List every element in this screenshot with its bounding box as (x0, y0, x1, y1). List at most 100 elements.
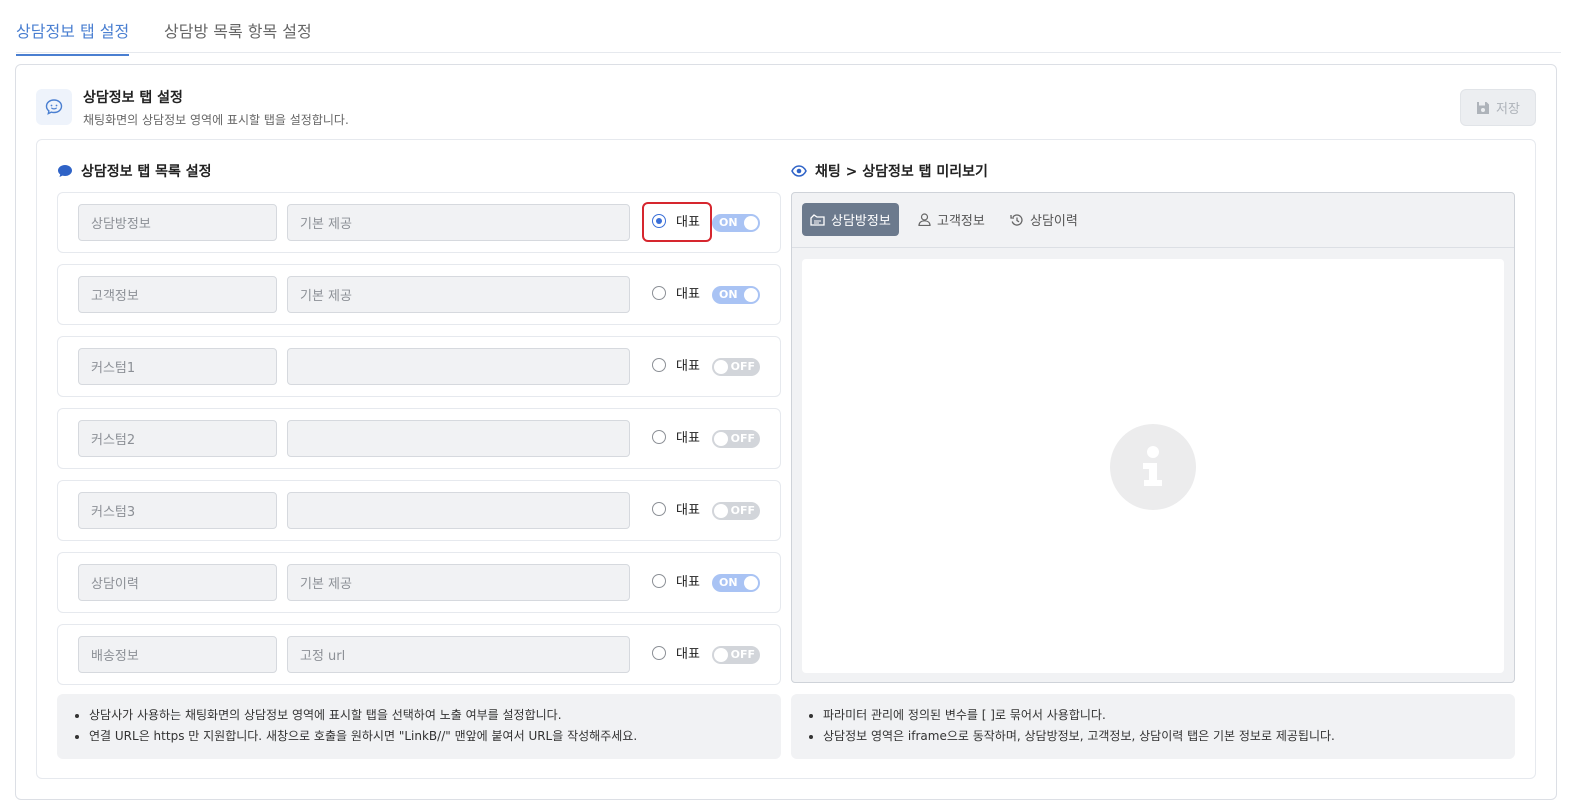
card-header: 상담정보 탭 설정 채팅화면의 상담정보 영역에 표시할 탭을 설정합니다. 저… (36, 85, 1536, 139)
speech-bubble-icon (58, 165, 72, 177)
visibility-toggle[interactable]: OFF (712, 646, 760, 664)
visibility-toggle[interactable]: ON (712, 214, 760, 232)
tab-room-list-settings[interactable]: 상담방 목록 항목 설정 (164, 18, 312, 54)
toggle-knob (744, 576, 758, 590)
tab-url-field[interactable]: 고정 url (287, 636, 630, 673)
preview-tab-room-info[interactable]: 상담방정보 (802, 203, 899, 236)
rep-radio[interactable]: 대표 (652, 643, 700, 662)
tab-name-field[interactable]: 배송정보 (78, 636, 277, 673)
top-tab-bar: 상담정보 탭 설정 상담방 목록 항목 설정 (16, 0, 1561, 56)
rep-label: 대표 (676, 359, 700, 374)
rep-radio[interactable]: 대표 (652, 355, 700, 374)
visibility-toggle[interactable]: ON (712, 574, 760, 592)
toggle-label: ON (719, 288, 738, 301)
toggle-label: ON (719, 576, 738, 589)
info-icon (1110, 424, 1196, 510)
tab-row: 상담이력 기본 제공 대표 ON (57, 552, 781, 613)
tab-row: 커스텀3 대표 OFF (57, 480, 781, 541)
save-button-label: 저장 (1496, 102, 1520, 117)
toggle-knob (714, 648, 728, 662)
preview-title: 채팅 > 상담정보 탭 미리보기 (791, 161, 988, 181)
radio-button[interactable] (652, 501, 666, 516)
tab-url-field[interactable]: 기본 제공 (287, 204, 630, 241)
toggle-knob (714, 504, 728, 518)
tab-settings-notes: 상담사가 사용하는 채팅화면의 상담정보 영역에 표시할 탭을 선택하여 노출 … (57, 694, 781, 759)
toggle-knob (714, 360, 728, 374)
toggle-knob (714, 432, 728, 446)
tab-rows: 상담방정보 기본 제공 대표 ON 고객정보 기본 제공 대표 ON 커스텀1 … (57, 192, 781, 696)
tab-list-settings-title-text: 상담정보 탭 목록 설정 (81, 164, 212, 180)
tab-row: 고객정보 기본 제공 대표 ON (57, 264, 781, 325)
toggle-knob (744, 288, 758, 302)
tab-row: 배송정보 고정 url 대표 OFF (57, 624, 781, 685)
chat-room-icon (810, 214, 825, 226)
rep-label: 대표 (676, 575, 700, 590)
preview-panel: 상담방정보 고객정보 상담이력 (791, 192, 1515, 683)
tab-row: 커스텀1 대표 OFF (57, 336, 781, 397)
preview-tab-label: 상담이력 (1030, 214, 1078, 229)
note-item: 상담정보 영역은 iframe으로 동작하며, 상담방정보, 고객정보, 상담이… (823, 727, 1495, 744)
toggle-label: OFF (730, 360, 755, 373)
settings-body: 상담정보 탭 목록 설정 상담방정보 기본 제공 대표 ON 고객정보 기본 제… (36, 139, 1536, 779)
rep-label: 대표 (676, 431, 700, 446)
tab-name-field[interactable]: 커스텀3 (78, 492, 277, 529)
tab-name-field[interactable]: 고객정보 (78, 276, 277, 313)
eye-icon (791, 165, 807, 177)
toggle-knob (744, 216, 758, 230)
tab-name-field[interactable]: 커스텀1 (78, 348, 277, 385)
tab-name-field[interactable]: 커스텀2 (78, 420, 277, 457)
preview-tab-customer-info[interactable]: 고객정보 (910, 203, 993, 236)
tab-row: 커스텀2 대표 OFF (57, 408, 781, 469)
tab-name-field[interactable]: 상담방정보 (78, 204, 277, 241)
visibility-toggle[interactable]: OFF (712, 358, 760, 376)
preview-tab-label: 고객정보 (937, 214, 985, 229)
radio-button[interactable] (652, 357, 666, 372)
rep-label: 대표 (676, 503, 700, 518)
tab-url-field[interactable]: 기본 제공 (287, 564, 630, 601)
radio-button[interactable] (652, 645, 666, 660)
radio-button[interactable] (652, 285, 666, 300)
floppy-disk-icon (1477, 101, 1490, 114)
toggle-label: OFF (730, 432, 755, 445)
note-item: 파라미터 관리에 정의된 변수를 [ ]로 묶어서 사용합니다. (823, 706, 1495, 723)
tab-list-settings-title: 상담정보 탭 목록 설정 (57, 161, 212, 181)
rep-label: 대표 (676, 215, 700, 230)
visibility-toggle[interactable]: ON (712, 286, 760, 304)
rep-radio[interactable]: 대표 (652, 211, 700, 230)
toggle-label: OFF (730, 504, 755, 517)
tab-row: 상담방정보 기본 제공 대표 ON (57, 192, 781, 253)
rep-label: 대표 (676, 647, 700, 662)
tab-name-field[interactable]: 상담이력 (78, 564, 277, 601)
preview-tab-label: 상담방정보 (831, 214, 891, 229)
tab-url-field[interactable] (287, 492, 630, 529)
tab-url-field[interactable]: 기본 제공 (287, 276, 630, 313)
rep-label: 대표 (676, 287, 700, 302)
rep-radio[interactable]: 대표 (652, 499, 700, 518)
preview-tab-history[interactable]: 상담이력 (1002, 203, 1086, 236)
tab-url-field[interactable] (287, 420, 630, 457)
note-item: 상담사가 사용하는 채팅화면의 상담정보 영역에 표시할 탭을 선택하여 노출 … (89, 706, 761, 723)
save-button[interactable]: 저장 (1460, 89, 1536, 126)
user-icon (918, 213, 931, 226)
preview-tab-bar: 상담방정보 고객정보 상담이력 (792, 193, 1514, 248)
tab-url-field[interactable] (287, 348, 630, 385)
toggle-label: ON (719, 216, 738, 229)
preview-title-text: 채팅 > 상담정보 탭 미리보기 (815, 164, 988, 180)
visibility-toggle[interactable]: OFF (712, 502, 760, 520)
tab-consult-info-settings[interactable]: 상담정보 탭 설정 (16, 18, 130, 56)
radio-button[interactable] (652, 429, 666, 444)
preview-content (802, 259, 1504, 673)
rep-radio[interactable]: 대표 (652, 283, 700, 302)
toggle-label: OFF (730, 648, 755, 661)
card-description: 채팅화면의 상담정보 영역에 표시할 탭을 설정합니다. (83, 113, 349, 127)
preview-notes: 파라미터 관리에 정의된 변수를 [ ]로 묶어서 사용합니다. 상담정보 영역… (791, 694, 1515, 759)
visibility-toggle[interactable]: OFF (712, 430, 760, 448)
radio-button[interactable] (652, 573, 666, 588)
card-title: 상담정보 탭 설정 (83, 90, 183, 106)
settings-card: 상담정보 탭 설정 채팅화면의 상담정보 영역에 표시할 탭을 설정합니다. 저… (15, 64, 1557, 800)
rep-radio[interactable]: 대표 (652, 427, 700, 446)
radio-button-checked[interactable] (652, 213, 666, 228)
note-item: 연결 URL은 https 만 지원합니다. 새창으로 호출을 원하시면 "Li… (89, 727, 761, 744)
rep-radio[interactable]: 대표 (652, 571, 700, 590)
history-icon (1010, 213, 1023, 226)
